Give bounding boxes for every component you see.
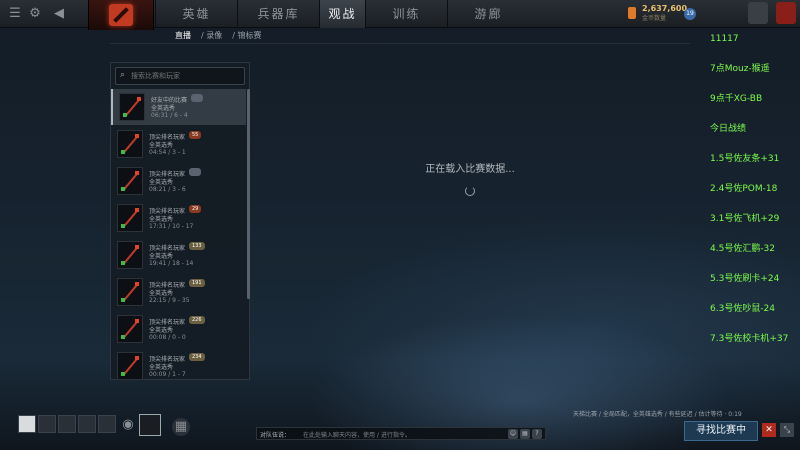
tab-watch[interactable]: 观战	[319, 0, 365, 28]
overlay-line: 2.4号佐POM-18	[710, 184, 778, 194]
overlay-line: 5.3号佐刷卡+24	[710, 274, 780, 284]
overlay-line: 4.5号佐汇鹏-32	[710, 244, 776, 254]
overlay-line: 9点千XG-BB	[710, 94, 763, 104]
avatar[interactable]	[18, 415, 36, 433]
film-icon[interactable]: ▦	[172, 418, 190, 436]
party-slot[interactable]	[38, 415, 56, 433]
top-bar: ☰ ⚙ ◀ 英雄 兵器库 观战 训练 游廊 2,637,600 金币数量 19	[0, 0, 800, 30]
viewer-badge: 55	[189, 131, 202, 139]
match-thumbnail	[117, 241, 143, 269]
match-thumbnail	[117, 352, 143, 380]
party-slot[interactable]	[58, 415, 76, 433]
invite-icon[interactable]: ◉	[119, 416, 137, 434]
match-thumbnail	[117, 278, 143, 306]
overlay-line: 1.5号佐友条+31	[710, 154, 780, 164]
emoji-icon[interactable]: ☺	[508, 429, 518, 439]
match-mode: 全英选秀	[149, 253, 174, 260]
divider	[110, 43, 690, 44]
viewer-badge: 191	[189, 279, 205, 287]
match-time-score: 17:31 / 10 - 17	[149, 223, 194, 230]
party-slot[interactable]	[78, 415, 96, 433]
match-time-score: 19:41 / 18 - 14	[149, 260, 194, 267]
chat-label: 对队伍说：	[260, 432, 291, 439]
overlay-line: 3.1号佐飞机+29	[710, 214, 780, 224]
match-list-panel: ⌕ 好友中的比赛全英选秀06:31 / 6 - 4顶尖排名玩家全英选秀04:54…	[110, 62, 250, 380]
chat-input[interactable]: 在此处输入聊天内容，使用 / 进行指令。	[303, 430, 411, 439]
search-input[interactable]	[131, 70, 241, 82]
match-mode: 全英选秀	[149, 142, 174, 149]
scrollbar[interactable]	[247, 89, 250, 299]
matchmaking-status: 天梯比赛 / 全局匹配，全英雄选秀 / 有些延迟 / 估计等待 · 0:19	[573, 411, 742, 418]
subnav-replays[interactable]: 录像	[206, 31, 222, 40]
match-thumbnail	[117, 204, 143, 232]
channel-icon[interactable]: ▤	[520, 429, 530, 439]
dota-logo-button[interactable]	[88, 0, 154, 30]
match-time-score: 08:21 / 3 - 6	[149, 186, 186, 193]
gold-label: 金币数量	[642, 15, 667, 22]
viewer-badge	[189, 168, 201, 176]
gear-icon[interactable]: ⚙	[26, 5, 44, 23]
overlay-line: 7.3号佐校卡机+37	[710, 334, 789, 344]
sub-nav: 直播 / 录像 / 锦标赛	[175, 31, 262, 40]
subnav-tournaments[interactable]: 锦标赛	[238, 31, 262, 40]
list-item[interactable]: 顶尖排名玩家 全英选秀 22:15 / 9 - 35 191	[111, 274, 246, 310]
chat-bar[interactable]: 对队伍说： 在此处输入聊天内容，使用 / 进行指令。	[256, 427, 546, 440]
search-icon: ⌕	[120, 70, 126, 80]
dota-logo-icon	[109, 4, 133, 26]
viewer-badge: 133	[189, 242, 205, 250]
party-slot[interactable]	[98, 415, 116, 433]
loading-spinner-icon	[465, 186, 475, 196]
match-mode: 全英选秀	[149, 290, 174, 297]
overlay-line: 今日战绩	[710, 124, 747, 134]
match-thumbnail	[117, 167, 143, 195]
cancel-search-button[interactable]: ✕	[762, 423, 776, 437]
viewer-badge	[191, 94, 203, 102]
overlay-line: 11117	[710, 34, 739, 44]
search-box[interactable]: ⌕	[115, 67, 245, 85]
find-match-button[interactable]: 寻找比赛中	[684, 421, 758, 441]
menu-icon[interactable]: ☰	[6, 5, 24, 23]
list-item[interactable]: 顶尖排名玩家 全英选秀 00:09 / 1 - 7 234	[111, 348, 246, 384]
match-time-score: 00:09 / 1 - 7	[149, 371, 186, 378]
collapse-icon[interactable]: ⤡	[780, 423, 794, 437]
gold-amount: 2,637,600	[642, 4, 688, 13]
tab-armory[interactable]: 兵器库	[237, 0, 319, 28]
list-item[interactable]: 好友中的比赛 全英选秀 06:31 / 6 - 4	[111, 89, 246, 125]
viewer-badge: 29	[189, 205, 202, 213]
stream-overlay: 11117 7点Mouz-猴遥 9点千XG-BB 今日战绩 1.5号佐友条+31…	[710, 14, 788, 354]
overlay-line: 6.3号佐吵鼠-24	[710, 304, 776, 314]
list-item[interactable]: 顶尖排名玩家 全英选秀 19:41 / 18 - 14 133	[111, 237, 246, 273]
match-time-score: 04:54 / 3 - 1	[149, 149, 186, 156]
match-mode: 全英选秀	[149, 327, 174, 334]
help-icon[interactable]: ?	[532, 429, 542, 439]
match-time-score: 22:15 / 9 - 35	[149, 297, 190, 304]
match-mode: 全英选秀	[149, 216, 174, 223]
match-time-score: 00:08 / 0 - 0	[149, 334, 186, 341]
match-thumbnail	[117, 130, 143, 158]
gold-icon	[628, 7, 636, 19]
tab-arcade[interactable]: 游廊	[447, 0, 529, 28]
dota-plus-icon[interactable]	[139, 414, 161, 436]
tab-learn[interactable]: 训练	[365, 0, 447, 28]
subnav-live[interactable]: 直播	[175, 31, 191, 40]
overlay-line: 7点Mouz-猴遥	[710, 64, 770, 74]
level-badge: 19	[684, 8, 696, 20]
match-thumbnail	[117, 315, 143, 343]
back-icon[interactable]: ◀	[50, 5, 68, 23]
match-mode: 全英选秀	[149, 364, 174, 371]
viewer-badge: 226	[189, 316, 205, 324]
loading-text: 正在载入比赛数据...	[425, 164, 515, 175]
list-item[interactable]: 顶尖排名玩家 全英选秀 08:21 / 3 - 6	[111, 163, 246, 199]
viewer-badge: 234	[189, 353, 205, 361]
match-mode: 全英选秀	[149, 179, 174, 186]
list-item[interactable]: 顶尖排名玩家 全英选秀 04:54 / 3 - 1 55	[111, 126, 246, 162]
match-mode: 全英选秀	[151, 105, 176, 112]
list-item[interactable]: 顶尖排名玩家 全英选秀 17:31 / 10 - 17 29	[111, 200, 246, 236]
tab-heroes[interactable]: 英雄	[155, 0, 237, 28]
list-item[interactable]: 顶尖排名玩家 全英选秀 00:08 / 0 - 0 226	[111, 311, 246, 347]
match-time-score: 06:31 / 6 - 4	[151, 112, 188, 119]
match-thumbnail	[119, 93, 145, 121]
